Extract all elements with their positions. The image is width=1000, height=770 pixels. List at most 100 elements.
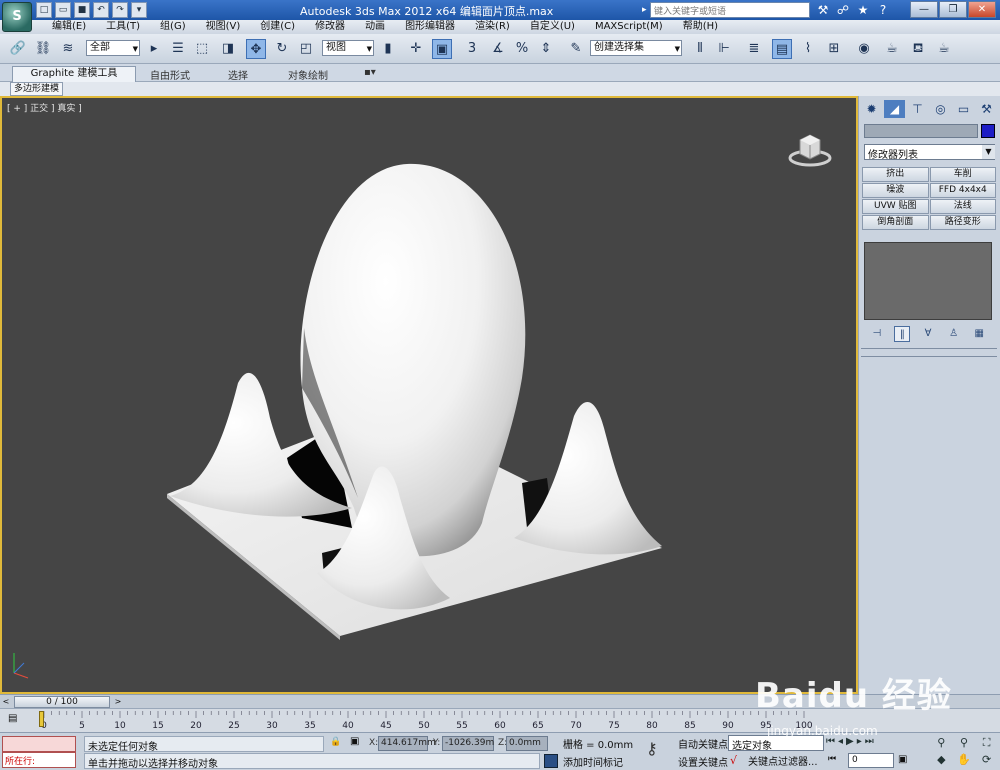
show-end-result-icon[interactable]: ‖	[894, 326, 911, 342]
modify-tab-icon[interactable]: ◢	[884, 100, 905, 118]
menu-tools[interactable]: 工具(T)	[96, 20, 150, 34]
lock-icon[interactable]: 🔒	[330, 737, 341, 747]
render-setup-icon[interactable]: ☕	[882, 39, 902, 59]
menu-create[interactable]: 创建(C)	[250, 20, 305, 34]
schematic-view-icon[interactable]: ⊞	[824, 39, 844, 59]
new-file-icon[interactable]: □	[36, 2, 52, 18]
selection-filter-dropdown[interactable]: 全部	[86, 40, 140, 56]
utilities-tab-icon[interactable]: ⚒	[976, 100, 997, 118]
previous-frame-icon[interactable]: <	[0, 695, 12, 709]
restore-button[interactable]: ❐	[939, 1, 967, 18]
orbit-icon[interactable]: ⟳	[975, 753, 998, 769]
object-name-field[interactable]	[864, 124, 978, 138]
window-crossing-icon[interactable]: ◨	[218, 39, 238, 59]
current-frame-marker[interactable]	[39, 711, 44, 727]
perspective-viewport[interactable]: [ + ] 正交 ] 真实 ]	[0, 96, 858, 694]
create-tab-icon[interactable]: ✹	[861, 100, 882, 118]
z-coordinate-field[interactable]: 0.0mm	[506, 736, 548, 751]
redo-icon[interactable]: ↷	[112, 2, 128, 18]
binoculars-icon[interactable]: ⚯	[795, 2, 811, 18]
menu-graph-editors[interactable]: 图形编辑器	[395, 20, 465, 34]
x-coordinate-field[interactable]: 414.617mm	[378, 736, 436, 751]
select-by-name-icon[interactable]: ☰	[168, 39, 188, 59]
menu-animation[interactable]: 动画	[355, 20, 395, 34]
y-coordinate-field[interactable]: -1026.39m	[442, 736, 494, 751]
mirror-icon[interactable]: ⫴	[690, 39, 710, 59]
key-filters-button[interactable]: 关键点过滤器...	[748, 753, 818, 768]
modifier-bevel-profile-button[interactable]: 倒角剖面	[862, 215, 929, 230]
reference-coordinate-dropdown[interactable]: 视图	[322, 40, 374, 56]
field-of-view-icon[interactable]: ◆	[930, 753, 953, 769]
modifier-path-deform-button[interactable]: 路径变形	[929, 215, 996, 230]
set-key-button[interactable]: 设置关键点	[678, 754, 728, 769]
time-slider-thumb[interactable]: 0 / 100	[14, 696, 110, 708]
menu-edit[interactable]: 编辑(E)	[42, 20, 96, 34]
viewcube-icon[interactable]	[788, 126, 832, 170]
open-file-icon[interactable]: ▭	[55, 2, 71, 18]
motion-tab-icon[interactable]: ◎	[930, 100, 951, 118]
undo-icon[interactable]: ↶	[93, 2, 109, 18]
chevron-down-icon[interactable]: ▼	[982, 145, 995, 159]
hierarchy-tab-icon[interactable]: ⊤	[907, 100, 928, 118]
display-tab-icon[interactable]: ▭	[953, 100, 974, 118]
menu-help[interactable]: 帮助(H)	[673, 20, 728, 34]
object-color-swatch[interactable]	[981, 124, 995, 138]
tab-polygon-modeling[interactable]: 多边形建模	[10, 82, 64, 96]
remove-modifier-icon[interactable]: ♙	[946, 326, 962, 342]
rendered-frame-window-icon[interactable]: ⛾	[908, 39, 928, 59]
select-and-move-icon[interactable]: ✥	[246, 39, 266, 59]
save-file-icon[interactable]: ■	[74, 2, 90, 18]
select-and-rotate-icon[interactable]: ↻	[272, 39, 292, 59]
app-logo-button[interactable]: S	[2, 2, 32, 32]
tab-freeform[interactable]: 自由形式	[150, 67, 190, 82]
auto-key-button[interactable]: 自动关键点	[678, 736, 728, 751]
select-object-icon[interactable]: ▸	[144, 39, 164, 59]
pan-icon[interactable]: ✋	[953, 753, 976, 769]
next-frame-icon[interactable]: >	[112, 695, 124, 709]
render-production-icon[interactable]: ☕	[934, 39, 954, 59]
key-filter-icon[interactable]: √	[730, 754, 737, 767]
modifier-ffd-button[interactable]: FFD 4x4x4	[929, 183, 996, 198]
modifier-stack-list[interactable]	[864, 242, 992, 320]
set-key-icon[interactable]: ⚷	[646, 739, 658, 758]
time-tag-icon[interactable]	[544, 754, 558, 768]
go-to-start-icon[interactable]: ⏮	[828, 754, 836, 764]
wrench-icon[interactable]: ⚒	[815, 2, 831, 18]
viewport-label[interactable]: [ + ] 正交 ] 真实 ]	[7, 101, 82, 114]
modifier-noise-button[interactable]: 噪波	[862, 183, 929, 198]
bind-space-warp-icon[interactable]: ≋	[58, 39, 78, 59]
project-folder-icon[interactable]: ▾	[131, 2, 147, 18]
curve-editor-icon[interactable]: ⌇	[798, 39, 818, 59]
modifier-lathe-button[interactable]: 车削	[929, 167, 996, 182]
search-expand-icon[interactable]: ▸	[642, 2, 650, 18]
ribbon-options-icon[interactable]: ▪▾	[364, 67, 376, 78]
pivot-center-icon[interactable]: ▮	[378, 39, 398, 59]
current-frame-field[interactable]: 0	[848, 753, 894, 768]
make-unique-icon[interactable]: ∀	[920, 326, 936, 342]
configure-sets-icon[interactable]: ▦	[971, 326, 987, 342]
maxscript-listener-input[interactable]	[2, 736, 76, 752]
menu-maxscript[interactable]: MAXScript(M)	[585, 20, 673, 34]
menu-modifiers[interactable]: 修改器	[305, 20, 355, 34]
favorites-star-icon[interactable]: ★	[855, 2, 871, 18]
tab-graphite-modeling[interactable]: Graphite 建模工具	[12, 66, 136, 82]
modifier-normal-button[interactable]: 法线	[929, 199, 996, 214]
layer-manager-icon[interactable]: ≣	[744, 39, 764, 59]
spinner-snap-icon[interactable]: ⇕	[536, 39, 556, 59]
keyboard-shortcut-override-icon[interactable]: ▣	[432, 39, 452, 59]
material-editor-icon[interactable]: ◉	[854, 39, 874, 59]
edit-named-selection-icon[interactable]: ✎	[566, 39, 586, 59]
pin-stack-icon[interactable]: ⊣	[869, 326, 885, 342]
rectangular-selection-icon[interactable]: ⬚	[192, 39, 212, 59]
modifier-uvw-map-button[interactable]: UVW 贴图	[862, 199, 929, 214]
graphite-ribbon-icon[interactable]: ▤	[772, 39, 792, 59]
time-config-icon[interactable]: ▣	[898, 754, 907, 765]
align-icon[interactable]: ⊩	[714, 39, 734, 59]
unlink-icon[interactable]: ⛓	[33, 39, 53, 59]
select-manipulate-icon[interactable]: ✛	[406, 39, 426, 59]
menu-customize[interactable]: 自定义(U)	[520, 20, 585, 34]
menu-group[interactable]: 组(G)	[150, 20, 196, 34]
select-and-scale-icon[interactable]: ◰	[296, 39, 316, 59]
add-time-tag[interactable]: 添加时间标记	[563, 754, 623, 769]
modifier-list-dropdown[interactable]: 修改器列表	[864, 144, 995, 161]
